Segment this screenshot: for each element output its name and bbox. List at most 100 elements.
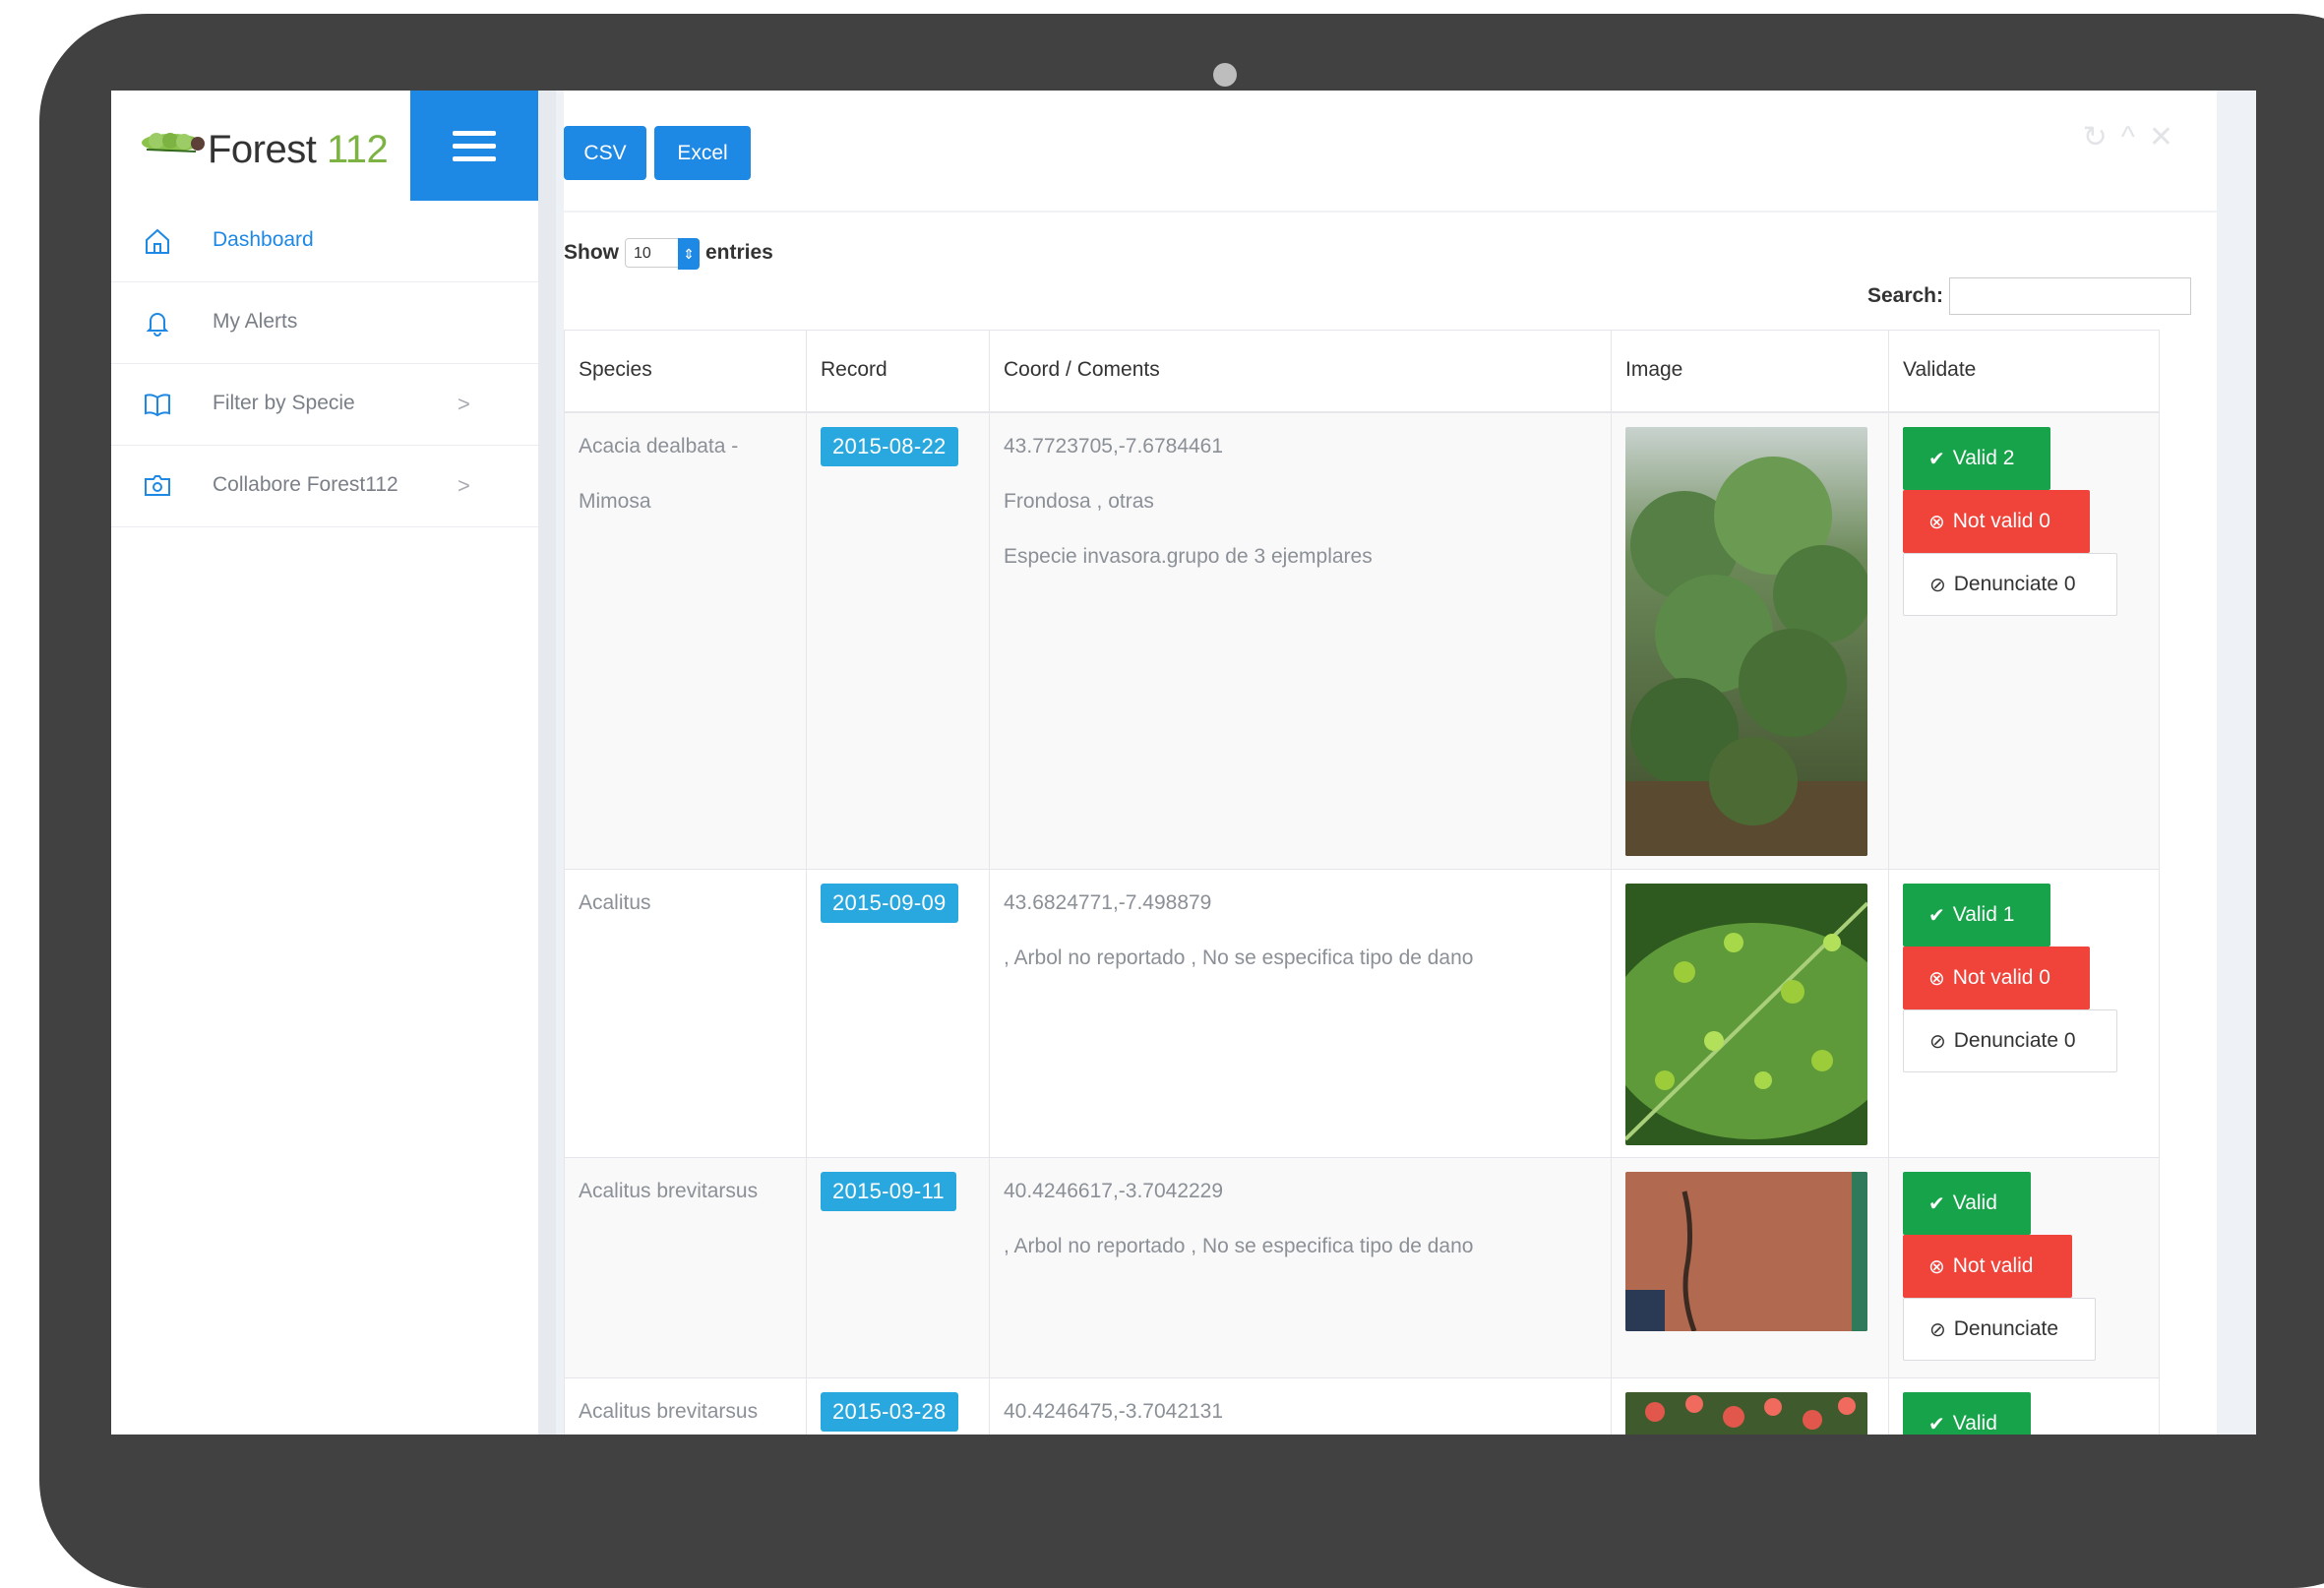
coord-cell: 40.4246617,-3.7042229 , Arbol no reporta… [990, 1158, 1612, 1377]
comment-text: Especie invasora.grupo de 3 ejemplares [1004, 545, 1373, 568]
chevron-right-icon: > [458, 473, 470, 498]
shrub-photo[interactable] [1625, 427, 1871, 856]
excel-export-button[interactable]: Excel [654, 126, 751, 180]
denunciate-button[interactable]: ⊘ Denunciate 0 [1903, 1009, 2117, 1072]
table-row: Acacia dealbata - Mimosa 2015-08-22 43.7… [565, 413, 2159, 870]
image-cell [1612, 413, 1889, 869]
validate-cell: ✔ Valid [1889, 1378, 2159, 1435]
column-header-validate[interactable]: Validate [1889, 331, 2159, 411]
caterpillar-logo-icon [142, 133, 205, 153]
x-circle-icon: ⊗ [1928, 511, 1945, 533]
date-badge: 2015-03-28 [821, 1392, 958, 1432]
sidebar-item-filter-by-specie[interactable]: Filter by Specie > [111, 364, 538, 446]
check-icon: ✔ [1928, 448, 1945, 470]
table-row: Acalitus brevitarsus 2015-03-28 40.42464… [565, 1378, 2159, 1435]
collapse-icon[interactable]: ^ [2121, 121, 2149, 153]
sidebar-nav: Dashboard My Alerts Filter by Specie > C… [111, 201, 538, 527]
sidebar: Forest 112 Dashboard My Alerts Filter by… [111, 91, 539, 1435]
red-galls-photo[interactable] [1625, 1392, 1867, 1435]
image-cell [1606, 870, 1901, 1157]
denunciate-button[interactable]: ⊘ Denunciate 0 [1903, 553, 2117, 616]
book-icon [145, 394, 170, 417]
check-icon: ✔ [1928, 1413, 1945, 1435]
comment-text: , Arbol no reportado , No se especifica … [1004, 947, 1474, 969]
logo-text: Forest 112 [208, 128, 389, 171]
column-header-species[interactable]: Species [565, 331, 807, 411]
coord-cell: 40.4246475,-3.7042131 [990, 1378, 1612, 1435]
validate-cell: ✔ Valid 1 ⊗ Not valid 0 ⊘ Denunciate 0 [1889, 870, 2159, 1157]
table-row: Acalitus brevitarsus 2015-09-11 40.42466… [565, 1158, 2159, 1378]
not-valid-button[interactable]: ⊗ Not valid 0 [1903, 490, 2090, 553]
entries-length-control: Show 10 ⇕ entries [564, 238, 773, 270]
check-icon: ✔ [1928, 1192, 1945, 1215]
species-cell: Acalitus brevitarsus [565, 1158, 807, 1377]
coord-text: 40.4246475,-3.7042131 [1004, 1400, 1224, 1423]
screen: Forest 112 Dashboard My Alerts Filter by… [111, 91, 2256, 1435]
comment-text: , Arbol no reportado , No se especifica … [1004, 1235, 1474, 1257]
x-circle-icon: ⊗ [1928, 1255, 1945, 1278]
leaf-galls-photo[interactable] [1606, 884, 1901, 1145]
comment-text: Frondosa , otras [1004, 490, 1154, 513]
bark-photo[interactable] [1625, 1172, 1867, 1332]
table-header: Species Record Coord / Coments Image Val… [565, 331, 2159, 413]
coord-text: 43.7723705,-7.6784461 [1004, 435, 1224, 458]
validate-cell: ✔ Valid 2 ⊗ Not valid 0 ⊘ Denunciate 0 [1889, 413, 2159, 869]
valid-button[interactable]: ✔ Valid [1903, 1172, 2031, 1235]
species-cell: Acalitus brevitarsus [565, 1378, 807, 1435]
column-header-coord[interactable]: Coord / Coments [990, 331, 1612, 411]
column-header-record[interactable]: Record [807, 331, 990, 411]
chevron-right-icon: > [458, 392, 470, 416]
sidebar-item-collabore-forest112[interactable]: Collabore Forest112 > [111, 446, 538, 527]
date-badge: 2015-08-22 [821, 427, 958, 466]
coord-text: 43.6824771,-7.498879 [1004, 891, 1212, 914]
check-icon: ✔ [1928, 904, 1945, 927]
column-header-image[interactable]: Image [1612, 331, 1889, 411]
search-label: Search: [1866, 284, 1943, 307]
denunciate-button[interactable]: ⊘ Denunciate [1903, 1298, 2096, 1361]
sidebar-item-dashboard[interactable]: Dashboard [111, 201, 538, 282]
valid-button[interactable]: ✔ Valid 1 [1903, 884, 2050, 947]
not-valid-button[interactable]: ⊗ Not valid 0 [1903, 947, 2090, 1009]
logo[interactable]: Forest 112 [111, 91, 410, 201]
search-control: Search: [1867, 277, 2191, 315]
coord-cell: 43.7723705,-7.6784461 Frondosa , otras E… [990, 413, 1612, 869]
panel-tools: ↻^✕ [2083, 120, 2187, 154]
coord-cell: 43.6824771,-7.498879 , Arbol no reportad… [990, 870, 1612, 1157]
validate-cell: ✔ Valid ⊗ Not valid ⊘ Denunciate [1889, 1158, 2159, 1377]
sidebar-item-label: Filter by Specie [213, 392, 355, 414]
date-badge: 2015-09-11 [821, 1172, 956, 1211]
image-cell [1612, 1158, 1889, 1377]
valid-button[interactable]: ✔ Valid [1903, 1392, 2031, 1435]
not-valid-button[interactable]: ⊗ Not valid [1903, 1235, 2072, 1298]
search-input[interactable] [1949, 277, 2191, 315]
sidebar-gutter [538, 91, 556, 1435]
refresh-icon[interactable]: ↻ [2083, 121, 2121, 153]
close-icon[interactable]: ✕ [2149, 121, 2187, 153]
panel-header: CSV Excel ↻^✕ [564, 91, 2217, 213]
entries-select[interactable]: 10 ⇕ [625, 238, 700, 270]
camera-folder-icon [145, 475, 170, 496]
sidebar-item-my-alerts[interactable]: My Alerts [111, 282, 538, 364]
species-cell: Acalitus [565, 870, 807, 1157]
table-row: Acalitus 2015-09-09 43.6824771,-7.498879… [565, 870, 2159, 1158]
menu-toggle-button[interactable] [410, 91, 538, 201]
show-label: Show [564, 241, 619, 264]
species-cell: Acacia dealbata - Mimosa [565, 413, 807, 869]
record-cell: 2015-08-22 [807, 413, 990, 869]
bell-icon [146, 313, 169, 336]
ban-icon: ⊘ [1929, 574, 1946, 596]
home-icon [146, 228, 169, 254]
ban-icon: ⊘ [1929, 1318, 1946, 1341]
csv-export-button[interactable]: CSV [564, 126, 646, 180]
valid-button[interactable]: ✔ Valid 2 [1903, 427, 2050, 490]
record-cell: 2015-09-09 [807, 870, 990, 1157]
sidebar-item-label: Dashboard [213, 228, 314, 251]
camera-dot [1213, 63, 1237, 87]
ban-icon: ⊘ [1929, 1030, 1946, 1053]
records-table: Species Record Coord / Coments Image Val… [564, 330, 2160, 1435]
sidebar-item-label: My Alerts [213, 310, 298, 333]
record-cell: 2015-09-11 [807, 1158, 990, 1377]
entries-label: entries [705, 241, 773, 264]
main-panel: CSV Excel ↻^✕ Show 10 ⇕ entries Search: S… [564, 91, 2217, 1435]
hamburger-icon [453, 123, 496, 169]
